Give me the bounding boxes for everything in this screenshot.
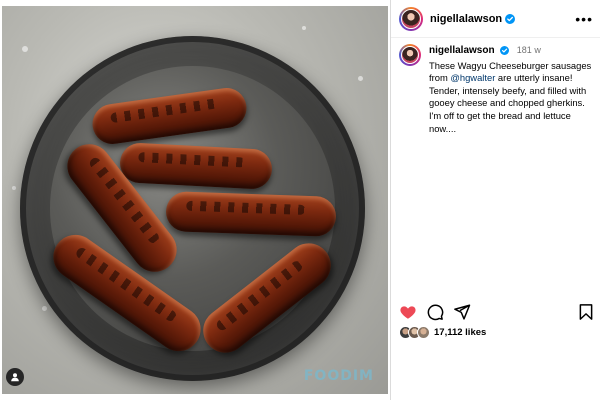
more-options-icon[interactable]: ••• xyxy=(575,12,593,26)
likes-row: 17,112 likes xyxy=(399,324,486,340)
post-timestamp[interactable]: 181 w xyxy=(517,45,541,55)
share-icon[interactable] xyxy=(453,303,471,321)
comment-icon[interactable] xyxy=(426,303,444,321)
likes-count[interactable]: 17,112 likes xyxy=(434,327,486,338)
sausage xyxy=(119,142,273,190)
header-username[interactable]: nigellalawson xyxy=(430,13,502,25)
post-actions xyxy=(399,302,595,322)
avatar xyxy=(417,325,430,339)
user-tag-icon[interactable] xyxy=(6,368,24,386)
post-details-pane: nigellalawson ••• nigellalawson 181 w Th… xyxy=(390,0,600,400)
post-photo[interactable]: FOODIM xyxy=(2,6,388,394)
sausage xyxy=(165,191,337,237)
post-caption: nigellalawson 181 w These Wagyu Cheesebu… xyxy=(399,44,595,135)
post-media-pane: FOODIM xyxy=(0,0,390,400)
verified-badge-icon xyxy=(500,45,510,56)
mention-link[interactable]: @hgwalter xyxy=(450,72,495,83)
post-header: nigellalawson ••• xyxy=(391,0,600,38)
photo-watermark: FOODIM xyxy=(303,368,374,384)
bookmark-icon[interactable] xyxy=(577,303,595,321)
caption-text: These Wagyu Cheeseburger sausages from @… xyxy=(429,60,595,136)
verified-badge-icon xyxy=(505,13,516,24)
avatar[interactable] xyxy=(399,44,421,66)
heart-icon[interactable] xyxy=(399,303,417,321)
caption-username[interactable]: nigellalawson xyxy=(429,45,495,56)
caption-body: nigellalawson 181 w These Wagyu Cheesebu… xyxy=(429,44,595,135)
avatar[interactable] xyxy=(399,6,423,31)
